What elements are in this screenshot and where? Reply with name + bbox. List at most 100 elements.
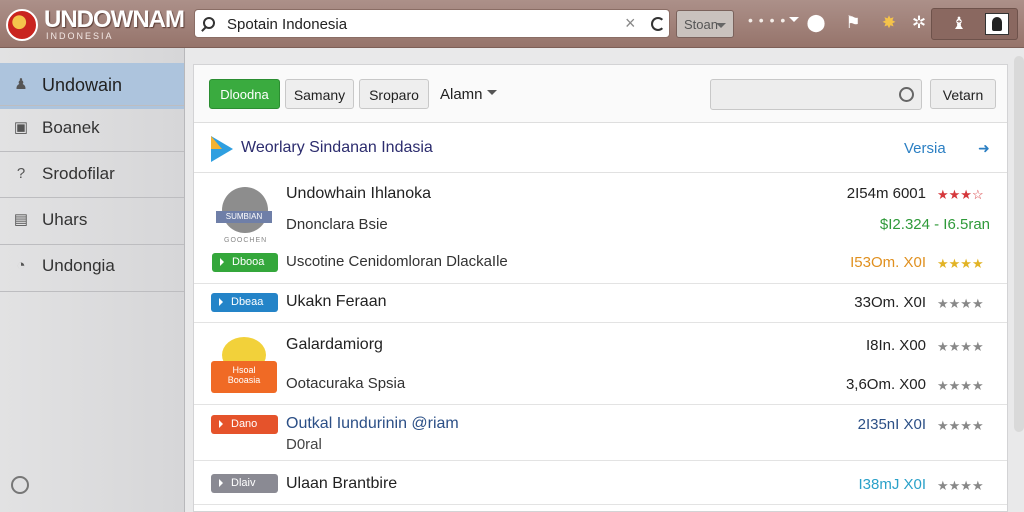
- version-link[interactable]: Versia: [904, 140, 946, 157]
- app-subtitle: D0ral: [286, 436, 322, 453]
- play-icon: [219, 479, 227, 487]
- rating-stars: ★★★★: [937, 478, 984, 493]
- filter-button[interactable]: Samany: [285, 79, 354, 109]
- app-title[interactable]: Ulaan Brantbire: [286, 475, 397, 493]
- search-bar[interactable]: Spotain Indonesia ×: [194, 9, 670, 38]
- play-icon: [219, 420, 227, 428]
- sidebar-item-boanek[interactable]: ▣ Boanek: [0, 106, 184, 152]
- download-badge-label: Dano: [231, 418, 258, 430]
- app-icon-disc: [222, 187, 268, 233]
- notification-bell-icon[interactable]: ✸: [878, 12, 900, 34]
- download-count: 2I54m 6001: [846, 185, 926, 202]
- sidebar-item-uhars[interactable]: ▤ Uhars: [0, 198, 184, 244]
- list-item[interactable]: Dbeaa Ukakn Feraan 33Om. X0I ★★★★: [194, 284, 1007, 323]
- user-icon: ♟: [14, 76, 28, 93]
- logo-title: UNDOWNAM: [44, 6, 185, 33]
- download-badge-label: Dlaiv: [231, 477, 256, 489]
- account-area[interactable]: ♝: [931, 8, 1018, 40]
- download-badge[interactable]: Dlaiv: [211, 474, 278, 493]
- rating-stars: ★★★★: [937, 296, 984, 311]
- download-badge-label: Dbooa: [232, 256, 265, 268]
- rating-stars: ★★★★: [937, 378, 984, 393]
- star-icon[interactable]: ✲: [908, 12, 930, 34]
- gauge-icon: ◔: [16, 257, 26, 274]
- app-subtitle: Ootacuraka Spsia: [286, 375, 406, 392]
- sidebar-item-srodofilar[interactable]: ? Srodofilar: [0, 152, 184, 198]
- app-title[interactable]: Galardamiorg: [286, 336, 383, 354]
- more-menu-label: • • • •: [748, 12, 787, 28]
- settings-icon[interactable]: [11, 476, 29, 494]
- app-subtitle: Dnonclara Bsie: [286, 216, 388, 233]
- avatar[interactable]: [985, 13, 1009, 35]
- store-dropdown-label: Stoan: [684, 17, 718, 32]
- app-icon-caption: GOOCHEN: [224, 237, 268, 244]
- list-item[interactable]: Dlaiv Ulaan Brantbire I38mJ X0I ★★★★: [194, 461, 1007, 505]
- sidebar-item-label: Undowain: [42, 75, 123, 95]
- chevron-down-icon: [789, 17, 800, 27]
- app-icon-label: Hsoal: [232, 365, 256, 375]
- scrollbar[interactable]: [1014, 56, 1024, 432]
- filter-search-input[interactable]: [710, 79, 922, 110]
- app-description: Uscotine Cenidomloran DlackaIle: [286, 253, 508, 270]
- search-input[interactable]: Spotain Indonesia: [227, 16, 347, 33]
- sidebar-item-label: Undongia: [42, 256, 115, 275]
- gift-icon[interactable]: ♝: [948, 13, 970, 35]
- app-icon: Hsoal Booasia: [211, 337, 277, 397]
- chevron-down-icon: [716, 23, 726, 33]
- flag-icon[interactable]: ⚑: [842, 12, 864, 34]
- filter-dropdown-label: Alamn: [440, 86, 483, 103]
- app-logo[interactable]: UNDOWNAM INDONESIA: [6, 5, 185, 43]
- main-panel: Dloodna Samany Sroparo Alamn Vetarn Weor…: [193, 64, 1008, 512]
- logo-subtitle: INDONESIA: [46, 31, 114, 41]
- sidebar-item-undowain[interactable]: ♟ Undowain: [0, 63, 184, 109]
- download-count: 33Om. X0I: [854, 294, 926, 311]
- search-icon: [203, 17, 215, 29]
- sidebar-item-label: Srodofilar: [42, 164, 115, 183]
- question-icon: ?: [16, 165, 26, 182]
- more-menu[interactable]: • • • •: [748, 12, 800, 28]
- rating-stars: ★★★★: [937, 418, 984, 433]
- download-count: I53Om. X0I: [850, 254, 926, 271]
- app-title[interactable]: Ukakn Feraan: [286, 293, 387, 311]
- app-title[interactable]: Undowhain Ihlanoka: [286, 185, 431, 203]
- primary-filter-button[interactable]: Dloodna: [209, 79, 280, 109]
- filter-dropdown[interactable]: Alamn: [440, 86, 497, 103]
- rating-stars: ★★★★: [937, 339, 984, 354]
- sidebar: ♟ Undowain ▣ Boanek ? Srodofilar ▤ Uhars…: [0, 48, 185, 512]
- rating-stars: ★★★★: [937, 256, 984, 271]
- app-icon: SUMBIAN GOOCHEN: [216, 187, 272, 245]
- download-count: I8In. X00: [865, 337, 926, 354]
- download-count: I38mJ X0I: [858, 476, 926, 493]
- play-icon: [219, 298, 227, 306]
- store-dropdown[interactable]: Stoan: [676, 10, 734, 38]
- top-bar: UNDOWNAM INDONESIA Spotain Indonesia × S…: [0, 0, 1024, 48]
- arrow-right-icon[interactable]: ➜: [978, 140, 990, 157]
- app-icon-caption: Booasia: [227, 375, 261, 385]
- sidebar-item-label: Boanek: [42, 118, 100, 137]
- location-pin-icon[interactable]: ⬤: [805, 12, 827, 34]
- close-icon[interactable]: ×: [625, 13, 636, 34]
- download-count: 3,6Om. X00: [845, 376, 926, 393]
- filter-button[interactable]: Sroparo: [359, 79, 429, 109]
- app-icon-label: SUMBIAN: [216, 211, 272, 223]
- briefcase-icon: ▤: [13, 211, 29, 228]
- divider: [0, 291, 184, 292]
- book-icon: ▣: [13, 119, 29, 136]
- app-icon-tag: Hsoal Booasia: [211, 361, 277, 393]
- list-item[interactable]: SUMBIAN GOOCHEN Undowhain Ihlanoka Dnonc…: [194, 173, 1007, 284]
- play-icon: [220, 258, 228, 266]
- download-badge[interactable]: Dbooa: [212, 253, 278, 272]
- download-badge[interactable]: Dbeaa: [211, 293, 278, 312]
- rating-stars: ★★★☆: [937, 187, 984, 202]
- section-title: Weorlary Sindanan Indasia: [241, 139, 433, 156]
- mic-icon[interactable]: [649, 15, 665, 31]
- sidebar-item-undongia[interactable]: ◔ Undongia: [0, 244, 184, 290]
- list-item[interactable]: Hsoal Booasia Galardamiorg Ootacuraka Sps…: [194, 323, 1007, 405]
- download-badge[interactable]: Dano: [211, 415, 278, 434]
- app-title[interactable]: Outkal Iundurinin @riam: [286, 415, 459, 433]
- search-submit-button[interactable]: Vetarn: [930, 79, 996, 109]
- list-item[interactable]: Dano Outkal Iundurinin @riam D0ral 2I35n…: [194, 405, 1007, 461]
- download-badge-label: Dbeaa: [231, 296, 264, 308]
- search-icon[interactable]: [899, 87, 914, 102]
- download-count: 2I35nI X0I: [857, 416, 926, 433]
